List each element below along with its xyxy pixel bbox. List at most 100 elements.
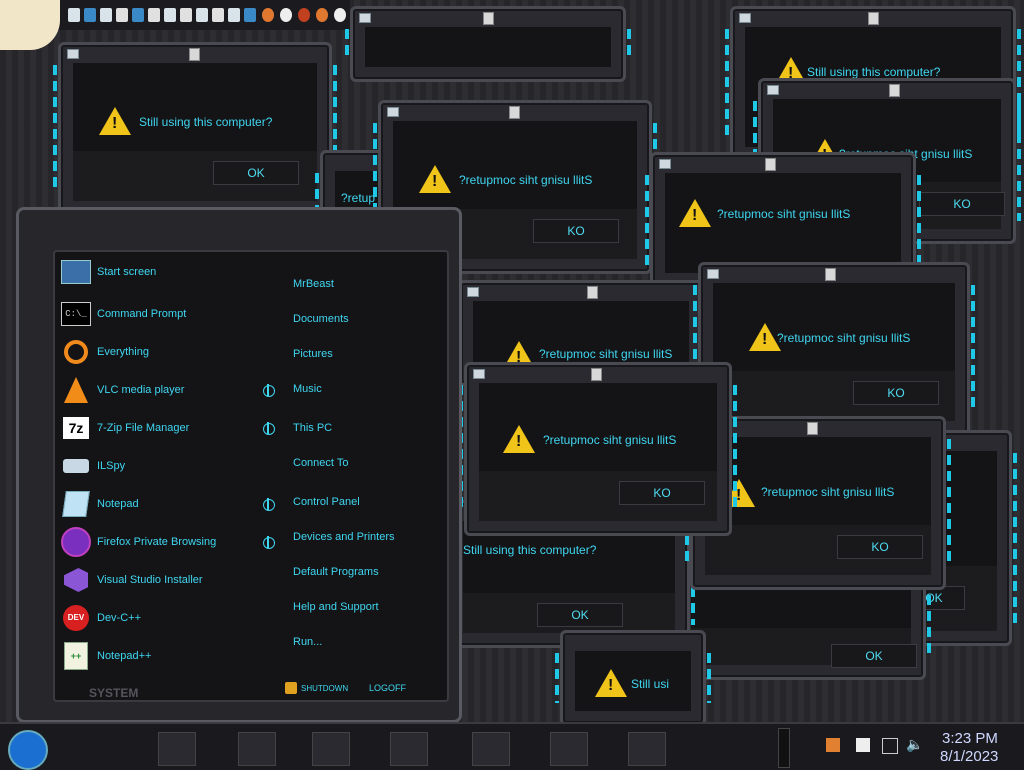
- ilspy-icon: [61, 451, 91, 481]
- app-icon[interactable]: [280, 8, 292, 22]
- window-icon: [739, 13, 751, 23]
- ok-button[interactable]: OK: [831, 643, 917, 668]
- java-icon[interactable]: [826, 738, 840, 752]
- dialog-window: ! ?retupmoc siht gnisu llitS KO: [693, 262, 975, 436]
- clock-date[interactable]: 8/1/2023: [940, 748, 998, 765]
- start-menu-item[interactable]: ++ Notepad++: [61, 641, 151, 671]
- app-icon[interactable]: [262, 8, 274, 22]
- start-menu-link[interactable]: This PC: [293, 422, 332, 434]
- start-menu-link[interactable]: Pictures: [293, 348, 333, 360]
- visual-studio-icon: [61, 565, 91, 595]
- close-button[interactable]: [765, 158, 776, 171]
- start-menu-link[interactable]: MrBeast: [293, 278, 334, 290]
- close-button[interactable]: [825, 268, 836, 281]
- start-menu-item[interactable]: VLC media player: [61, 375, 184, 405]
- start-menu-link[interactable]: Connect To: [293, 457, 348, 469]
- start-menu-link[interactable]: Help and Support: [293, 601, 379, 613]
- app-icon[interactable]: [316, 8, 328, 22]
- taskbar-app-button[interactable]: [472, 732, 510, 766]
- app-icon[interactable]: [180, 8, 192, 22]
- start-screen-icon: [61, 257, 91, 287]
- shutdown-button[interactable]: SHUTDOWN: [285, 680, 348, 696]
- close-button[interactable]: [509, 106, 520, 119]
- show-desktop-button[interactable]: [778, 728, 790, 768]
- start-menu-item[interactable]: Visual Studio Installer: [61, 565, 203, 595]
- dialog-message: Still using this computer?: [463, 543, 597, 557]
- start-menu-link[interactable]: Run...: [293, 636, 322, 648]
- taskbar-app-button[interactable]: [312, 732, 350, 766]
- power-icon: [285, 682, 297, 694]
- warning-icon: !: [679, 199, 711, 227]
- ok-button[interactable]: OK: [537, 602, 623, 627]
- 7zip-icon: 7z: [61, 413, 91, 443]
- ok-button[interactable]: OK: [213, 161, 299, 186]
- start-menu-link[interactable]: Documents: [293, 313, 349, 325]
- close-button[interactable]: [189, 48, 200, 61]
- submenu-arrow-icon: [263, 498, 275, 511]
- clock-time[interactable]: 3:23 PM: [942, 730, 998, 747]
- dialog-window: ! Still using this computer? OK: [53, 42, 337, 216]
- close-button[interactable]: [889, 84, 900, 97]
- taskbar-app-button[interactable]: [390, 732, 428, 766]
- dialog-message: ?retupmoc siht gnisu llitS: [761, 485, 895, 499]
- logoff-button[interactable]: LOGOFF: [369, 680, 406, 696]
- notepad-icon: [61, 489, 91, 519]
- app-icon[interactable]: [116, 8, 128, 22]
- taskbar-app-button[interactable]: [550, 732, 588, 766]
- flag-icon[interactable]: [856, 738, 870, 752]
- app-icon[interactable]: [68, 8, 80, 22]
- ok-button[interactable]: KO: [853, 381, 939, 406]
- ok-button[interactable]: KO: [919, 192, 1005, 217]
- ok-button[interactable]: KO: [533, 219, 619, 244]
- volume-icon[interactable]: 🔈: [906, 736, 923, 753]
- taskbar-app-button[interactable]: [158, 732, 196, 766]
- app-icon[interactable]: [84, 8, 96, 22]
- start-menu-item[interactable]: ILSpy: [61, 451, 125, 481]
- close-button[interactable]: [591, 368, 602, 381]
- ok-button[interactable]: KO: [619, 481, 705, 506]
- start-menu-item[interactable]: Notepad: [61, 489, 139, 519]
- submenu-arrow-icon: [263, 384, 275, 397]
- app-icon[interactable]: [132, 8, 144, 22]
- start-menu: Start screen C:\_ Command Prompt Everyth…: [16, 207, 462, 723]
- start-menu-item[interactable]: Start screen: [61, 257, 156, 287]
- app-icon[interactable]: [244, 8, 256, 22]
- start-menu-link[interactable]: Control Panel: [293, 496, 360, 508]
- quick-launch-bar: [0, 0, 350, 50]
- app-icon[interactable]: [212, 8, 224, 22]
- app-icon[interactable]: [298, 8, 310, 22]
- close-button[interactable]: [483, 12, 494, 25]
- dialog-message: Still usi: [631, 677, 670, 691]
- app-icon[interactable]: [228, 8, 240, 22]
- start-menu-item[interactable]: Firefox Private Browsing: [61, 527, 216, 557]
- window-icon: [767, 85, 779, 95]
- start-menu-item[interactable]: Everything: [61, 337, 149, 367]
- start-menu-link[interactable]: Music: [293, 383, 322, 395]
- app-icon[interactable]: [164, 8, 176, 22]
- devcpp-icon: DEV: [61, 603, 91, 633]
- app-icon[interactable]: [100, 8, 112, 22]
- start-button[interactable]: [8, 730, 48, 770]
- ok-button[interactable]: KO: [837, 535, 923, 560]
- start-menu-link[interactable]: Default Programs: [293, 566, 379, 578]
- dialog-message: ?retupmoc siht gnisu llitS: [777, 331, 911, 345]
- taskbar-app-button[interactable]: [628, 732, 666, 766]
- start-menu-item[interactable]: 7z 7-Zip File Manager: [61, 413, 189, 443]
- close-button[interactable]: [807, 422, 818, 435]
- app-icon[interactable]: [196, 8, 208, 22]
- system-label: SYSTEM: [89, 686, 139, 700]
- dialog-message: Still using this computer?: [807, 65, 941, 79]
- dialog-window: ! Still usi: [555, 630, 711, 726]
- app-icon[interactable]: [334, 8, 346, 22]
- network-icon[interactable]: [882, 738, 898, 754]
- start-menu-item[interactable]: C:\_ Command Prompt: [61, 299, 186, 329]
- taskbar-app-button[interactable]: [238, 732, 276, 766]
- dialog-message: ?retupmoc siht gnisu llitS: [543, 433, 677, 447]
- close-button[interactable]: [587, 286, 598, 299]
- app-icon[interactable]: [148, 8, 160, 22]
- window-icon: [387, 107, 399, 117]
- start-menu-item[interactable]: DEV Dev-C++: [61, 603, 141, 633]
- close-button[interactable]: [868, 12, 879, 25]
- notepadpp-icon: ++: [61, 641, 91, 671]
- start-menu-link[interactable]: Devices and Printers: [293, 531, 395, 543]
